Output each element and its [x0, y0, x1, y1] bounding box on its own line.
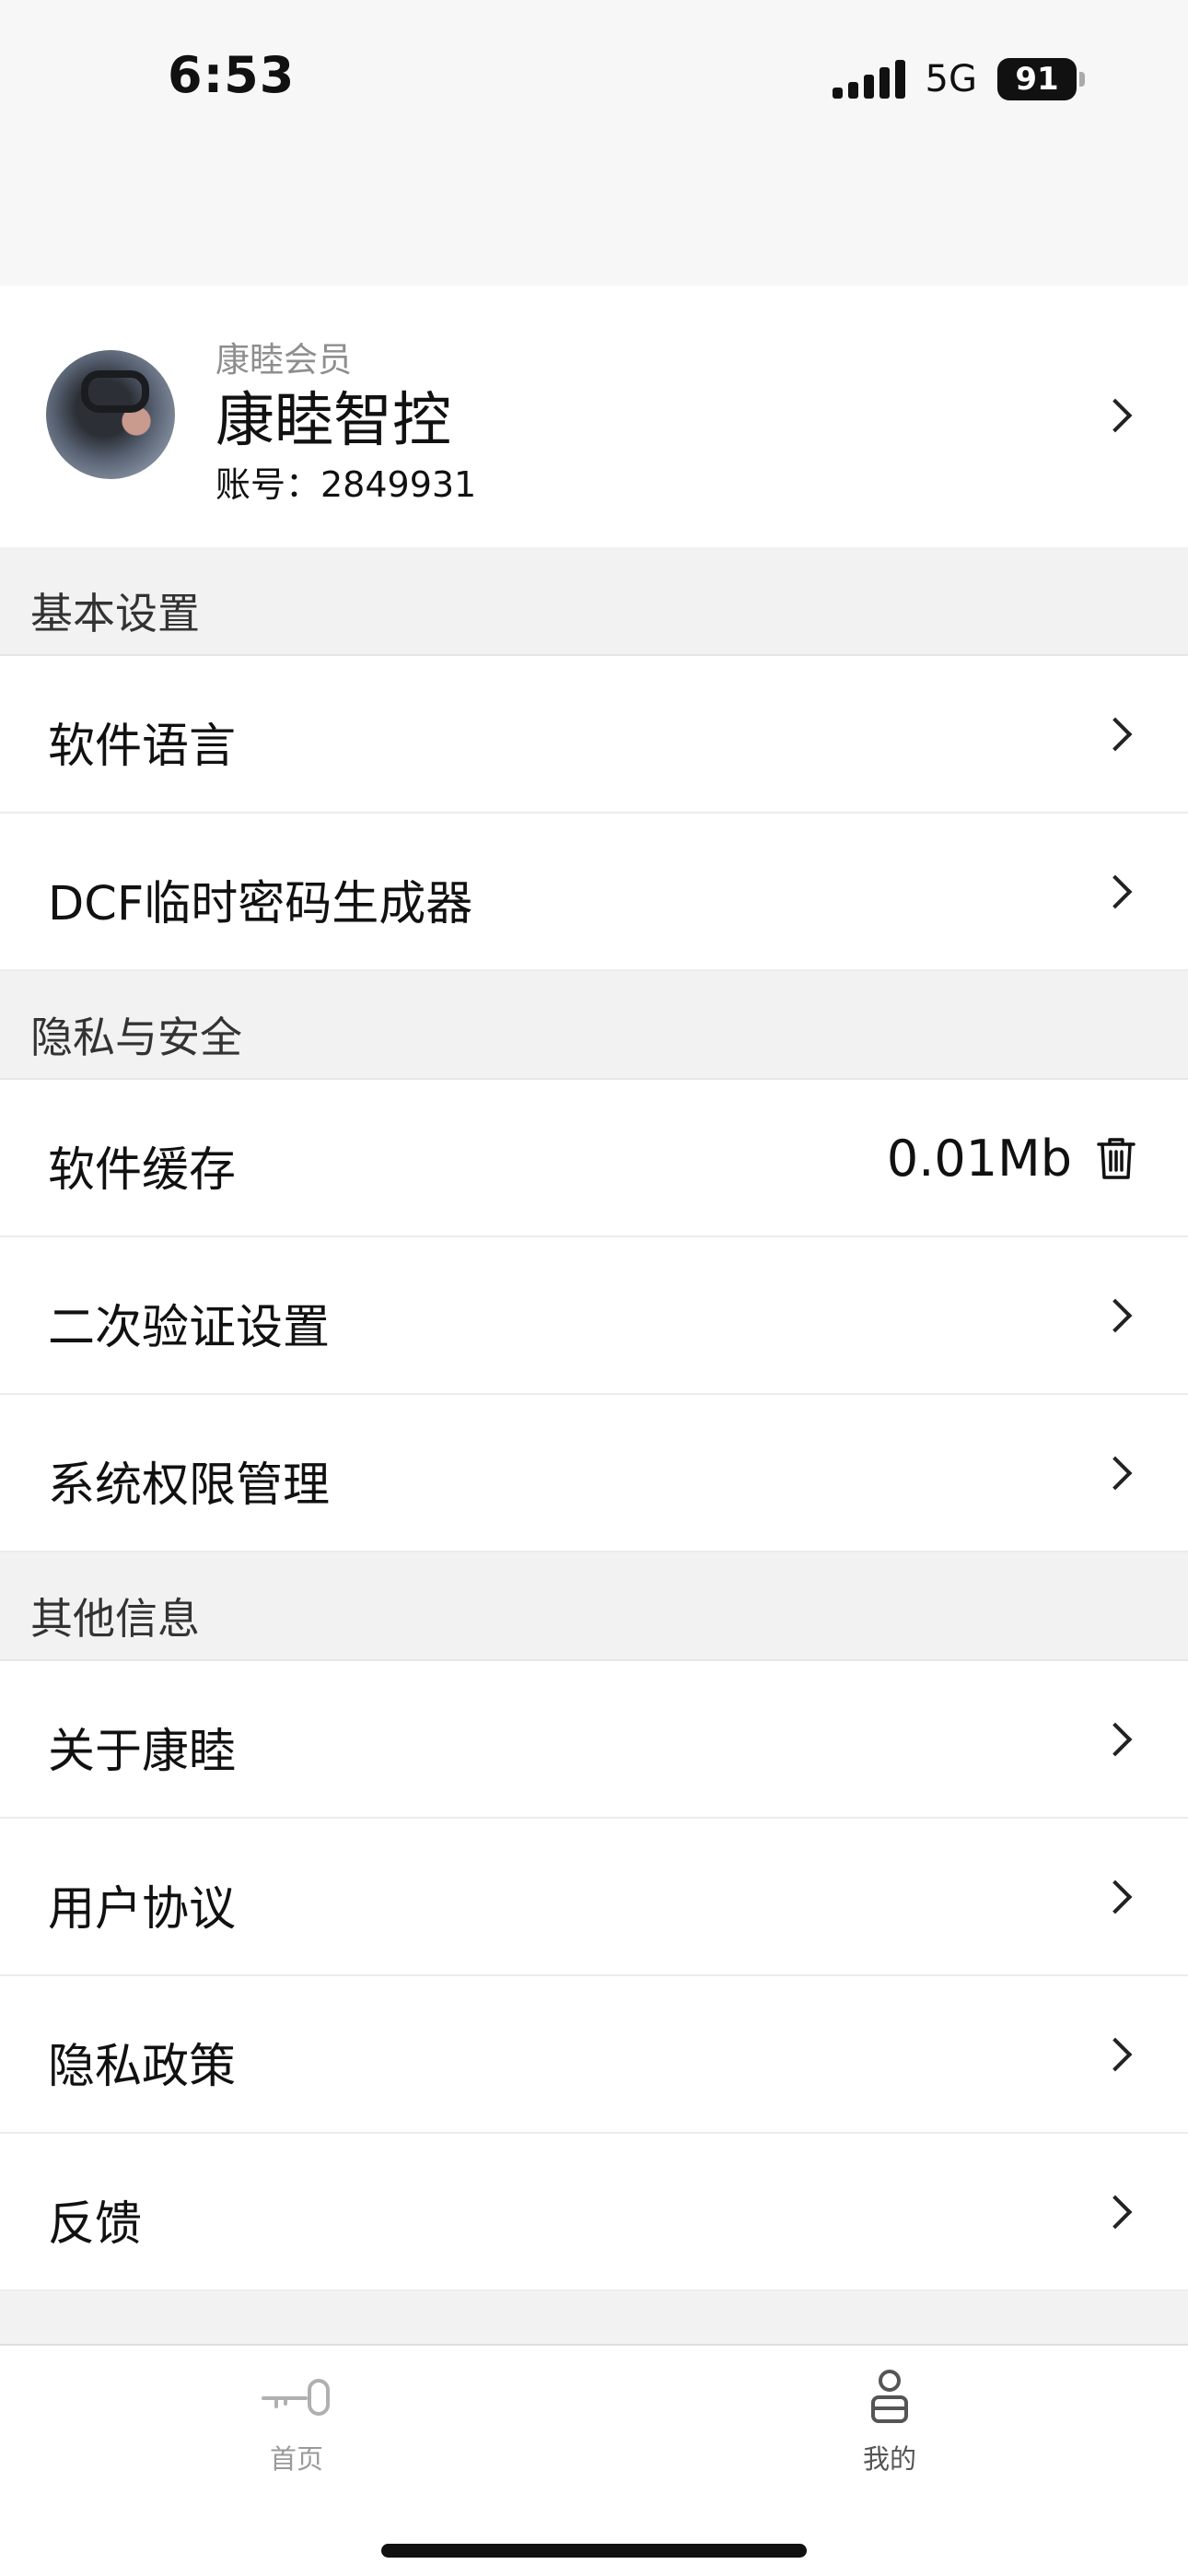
- profile-name: 康睦智控: [215, 387, 451, 455]
- chevron-right-icon: [1098, 1722, 1133, 1757]
- tab-label: 我的: [862, 2443, 916, 2475]
- row-feedback[interactable]: 反馈: [0, 2134, 1188, 2291]
- section-header-basic: 基本设置: [0, 547, 1188, 656]
- row-label: 系统权限管理: [48, 1458, 331, 1513]
- row-system-permissions[interactable]: 系统权限管理: [0, 1395, 1188, 1552]
- row-label: 二次验证设置: [48, 1301, 331, 1355]
- chevron-right-icon: [1098, 717, 1133, 752]
- chevron-right-icon: [1098, 874, 1133, 909]
- key-icon: [262, 2379, 330, 2416]
- status-bar: 6:53 5G 91: [0, 0, 1188, 286]
- home-indicator: [381, 2544, 807, 2558]
- row-dcf-password-generator[interactable]: DCF临时密码生成器: [0, 814, 1188, 971]
- row-privacy-policy[interactable]: 隐私政策: [0, 1976, 1188, 2134]
- chevron-right-icon: [1098, 1879, 1133, 1914]
- chevron-right-icon: [1098, 2037, 1133, 2072]
- row-label: 隐私政策: [48, 2040, 237, 2094]
- section-title: 基本设置: [30, 589, 200, 638]
- row-label: 用户协议: [48, 1882, 237, 1937]
- row-about[interactable]: 关于康睦: [0, 1661, 1188, 1819]
- battery-tip: [1079, 72, 1085, 87]
- row-software-cache[interactable]: 软件缓存 0.01Mb: [0, 1080, 1188, 1237]
- row-label: 反馈: [48, 2197, 143, 2252]
- row-two-factor-settings[interactable]: 二次验证设置: [0, 1237, 1188, 1395]
- bottom-spacer: [0, 2292, 1188, 2344]
- status-indicators: 5G 91: [832, 57, 1085, 101]
- profile-card[interactable]: 康睦会员 康睦智控 账号：2849931: [0, 286, 1188, 547]
- tab-home[interactable]: 首页: [204, 2368, 389, 2476]
- section-header-other: 其他信息: [0, 1552, 1188, 1661]
- battery-icon: 91: [997, 58, 1085, 100]
- person-icon: [871, 2370, 908, 2423]
- chevron-right-icon: [1098, 1298, 1133, 1333]
- trash-icon[interactable]: [1096, 1135, 1136, 1181]
- row-label: 软件语言: [48, 720, 237, 774]
- tab-label: 首页: [269, 2443, 323, 2475]
- row-software-language[interactable]: 软件语言: [0, 656, 1188, 814]
- row-label: 软件缓存: [48, 1143, 237, 1198]
- tab-mine[interactable]: 我的: [798, 2368, 982, 2476]
- chevron-right-icon: [1098, 1456, 1133, 1491]
- tab-bar: 首页 我的: [0, 2344, 1188, 2576]
- section-header-privacy: 隐私与安全: [0, 971, 1188, 1080]
- chevron-right-icon: [1098, 398, 1133, 433]
- profile-account: 账号：2849931: [215, 464, 477, 505]
- row-user-agreement[interactable]: 用户协议: [0, 1819, 1188, 1976]
- cache-size: 0.01Mb: [886, 1130, 1072, 1188]
- signal-icon: [832, 60, 905, 99]
- chevron-right-icon: [1098, 2195, 1133, 2230]
- row-label: 关于康睦: [48, 1725, 237, 1779]
- battery-level: 91: [997, 58, 1077, 100]
- network-label: 5G: [925, 58, 977, 100]
- avatar: [46, 350, 175, 479]
- section-title: 隐私与安全: [30, 1013, 242, 1062]
- settings-screen: 6:53 5G 91 康睦会员 康睦智控 账号：2849931 基本设置 软件语…: [0, 0, 1188, 2576]
- section-title: 其他信息: [30, 1594, 200, 1644]
- status-time: 6:53: [168, 46, 296, 104]
- row-label: DCF临时密码生成器: [48, 877, 473, 931]
